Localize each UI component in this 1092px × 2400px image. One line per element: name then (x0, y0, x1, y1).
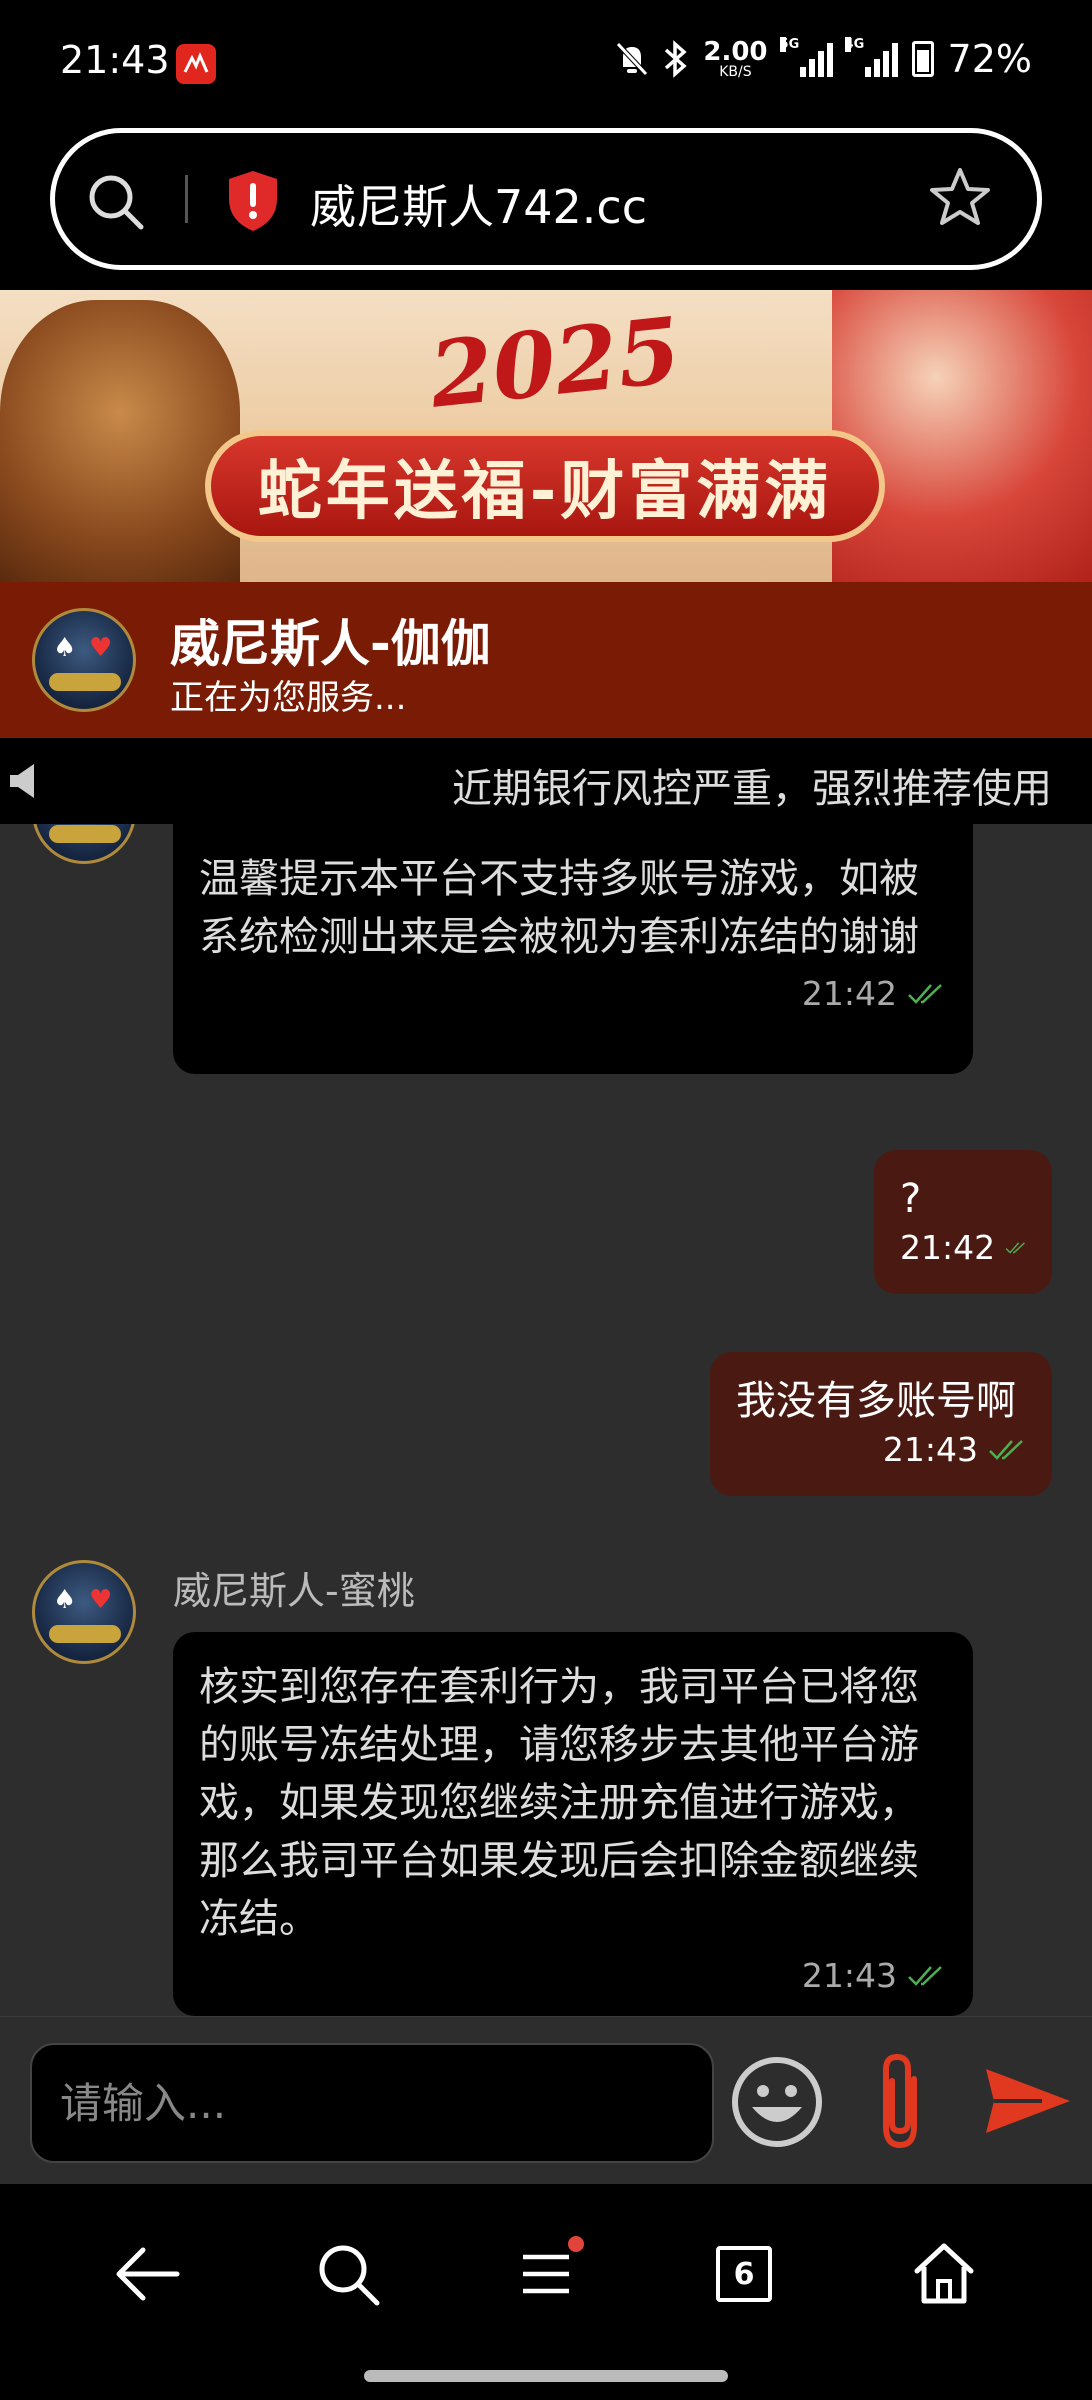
avatar-heart-icon: ♥ (89, 1585, 113, 1615)
shield-warning-icon[interactable] (225, 169, 281, 233)
banner-year: 2025 (425, 297, 686, 429)
net-speed-value: 2.00 (703, 37, 768, 67)
status-icons: 2.00 KB/S 5G 4G 72% (615, 34, 1032, 84)
notification-dot (568, 2236, 584, 2252)
send-icon[interactable] (982, 2065, 1074, 2137)
agent-avatar[interactable]: ♠ ♥ (32, 1560, 136, 1664)
chat-message-list[interactable]: 温馨提示本平台不支持多账号游戏，如被系统检测出来是会被视为套利冻结的谢谢 21:… (0, 824, 1092, 2016)
message-bubble-incoming[interactable]: 温馨提示本平台不支持多账号游戏，如被系统检测出来是会被视为套利冻结的谢谢 21:… (173, 824, 973, 1074)
read-check-icon (1005, 1241, 1026, 1254)
home-button[interactable] (904, 2234, 984, 2314)
speaker-icon (10, 764, 34, 798)
message-meta: 21:42 (199, 974, 947, 1013)
banner-slogan-plate: 蛇年送福-财富满满 (205, 430, 885, 542)
banner-lady-lion-image (832, 290, 1092, 582)
message-bubble-incoming[interactable]: 核实到您存在套利行为，我司平台已将您的账号冻结处理，请您移步去其他平台游戏，如果… (173, 1632, 973, 2016)
notice-marquee: 近期银行风控严重，强烈推荐使用 (0, 738, 1092, 824)
bookmark-star-icon[interactable] (927, 165, 993, 231)
message-bubble-outgoing[interactable]: ? 21:42 (874, 1150, 1052, 1294)
net-speed-unit: KB/S (719, 64, 752, 80)
banner-monkey-king-image (0, 300, 240, 582)
nav-search-button[interactable] (308, 2234, 388, 2314)
signal-4g-icon: 4G (844, 37, 898, 77)
bluetooth-icon (665, 40, 688, 78)
message-text: ? (900, 1176, 922, 1222)
signal-4g-label: 4G (844, 37, 865, 52)
address-bar[interactable]: 威尼斯人742.cc (50, 128, 1042, 270)
signal-5g-label: 5G (779, 37, 800, 52)
menu-icon (523, 2254, 569, 2294)
message-composer (0, 2016, 1092, 2184)
message-meta: 21:43 (736, 1430, 1028, 1469)
agent-avatar-scrolled (32, 824, 136, 864)
url-divider (185, 175, 188, 223)
menu-button[interactable] (506, 2234, 586, 2314)
agent-avatar[interactable]: ♠ ♥ (32, 608, 136, 712)
message-meta: 21:43 (199, 1956, 947, 1995)
app-notification-icon (176, 44, 216, 84)
banner-slogan: 蛇年送福-财富满满 (257, 455, 833, 529)
message-time: 21:43 (882, 1430, 978, 1469)
promo-banner[interactable]: 2025 蛇年送福-财富满满 (0, 290, 1092, 582)
browser-nav-bar: 6 (0, 2184, 1092, 2400)
avatar-logo-ring (49, 825, 121, 843)
status-bar: 21:43 2.00 KB/S 5G 4G 72% (0, 0, 1092, 130)
back-button[interactable] (108, 2234, 188, 2314)
battery-percent: 72% (947, 37, 1032, 81)
message-bubble-outgoing[interactable]: 我没有多账号啊 21:43 (710, 1352, 1052, 1496)
avatar-spade-icon: ♠ (53, 1585, 77, 1615)
avatar-spade-icon: ♠ (53, 633, 77, 663)
message-meta: 21:42 (900, 1228, 1028, 1267)
message-text: 核实到您存在套利行为，我司平台已将您的账号冻结处理，请您移步去其他平台游戏，如果… (199, 1664, 919, 1942)
avatar-logo-ring (49, 673, 121, 691)
agent-name: 威尼斯人-伽伽 (170, 615, 491, 673)
read-check-icon (908, 1965, 942, 1986)
message-input[interactable] (30, 2043, 714, 2163)
mute-icon (616, 42, 649, 76)
url-text[interactable]: 威尼斯人742.cc (310, 171, 647, 237)
signal-5g-icon: 5G (779, 37, 833, 77)
message-text: 温馨提示本平台不支持多账号游戏，如被系统检测出来是会被视为套利冻结的谢谢 (199, 856, 919, 960)
home-indicator[interactable] (364, 2370, 728, 2382)
search-icon[interactable] (85, 171, 147, 233)
sender-name: 威尼斯人-蜜桃 (173, 1569, 415, 1613)
search-icon (319, 2245, 380, 2306)
message-time: 21:43 (801, 1956, 897, 1995)
read-check-icon (908, 983, 942, 1004)
avatar-heart-icon: ♥ (89, 633, 113, 663)
chat-header: ♠ ♥ 威尼斯人-伽伽 正在为您服务... (0, 582, 1092, 738)
battery-icon (911, 41, 934, 77)
message-text: 我没有多账号啊 (736, 1378, 1016, 1424)
agent-status: 正在为您服务... (170, 678, 407, 718)
tabs-button[interactable]: 6 (704, 2234, 784, 2314)
home-icon (914, 2243, 974, 2304)
tabs-count: 6 (716, 2246, 772, 2302)
message-time: 21:42 (801, 974, 897, 1013)
marquee-text: 近期银行风控严重，强烈推荐使用 (452, 766, 1052, 812)
status-time: 21:43 (60, 38, 170, 82)
back-arrow-icon (116, 2247, 180, 2301)
emoji-icon[interactable] (730, 2055, 824, 2149)
read-check-icon (989, 1439, 1023, 1460)
attachment-icon[interactable] (870, 2049, 930, 2153)
message-time: 21:42 (900, 1228, 996, 1267)
net-speed-indicator: 2.00 KB/S (703, 39, 767, 79)
avatar-logo-ring (49, 1625, 121, 1643)
